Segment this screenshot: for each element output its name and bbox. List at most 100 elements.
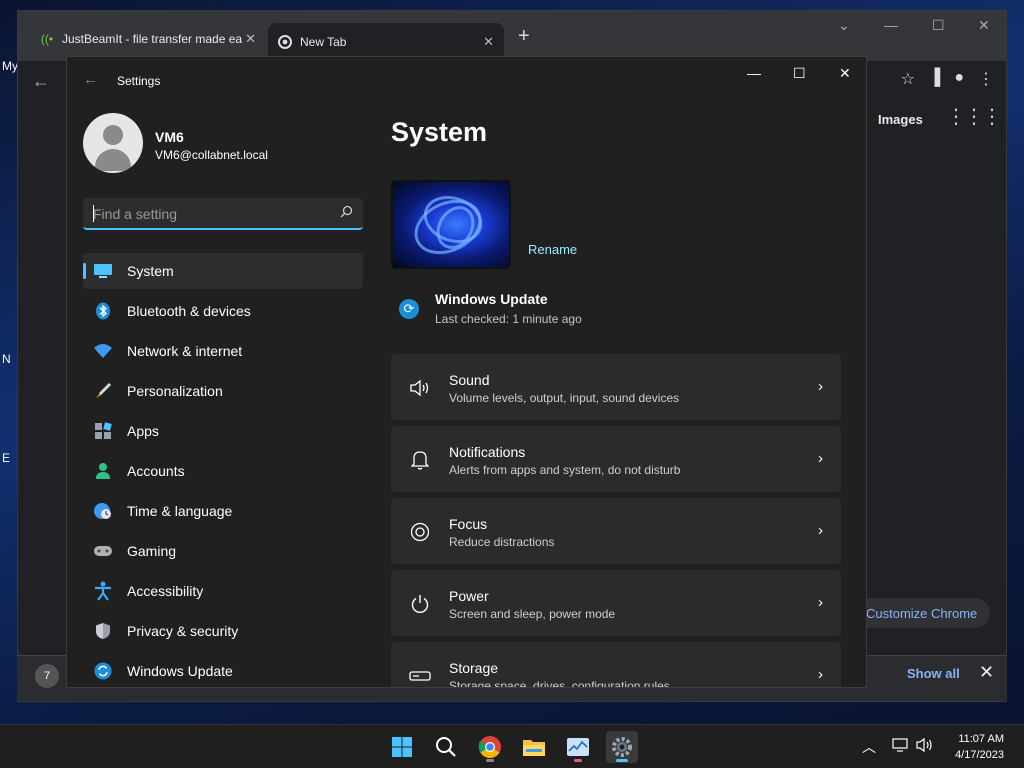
search-icon[interactable] (340, 205, 353, 221)
more-menu-icon[interactable]: ⋮ (978, 69, 994, 89)
clock-date: 4/17/2023 (955, 749, 1004, 761)
brush-icon (93, 381, 113, 401)
clock-time: 11:07 AM (958, 733, 1004, 745)
settings-nav: System Bluetooth & devices Network & int… (83, 253, 363, 687)
chevron-up-icon[interactable]: ︿ (862, 737, 876, 757)
file-explorer-icon[interactable] (518, 731, 550, 763)
chevron-right-icon: › (818, 594, 823, 611)
profile-email: VM6@collabnet.local (155, 148, 268, 162)
back-arrow-icon[interactable]: ← (83, 71, 98, 88)
sidebar-item-gaming[interactable]: Gaming (83, 533, 363, 569)
page-title: System (391, 117, 488, 147)
maximize-icon[interactable]: ☐ (793, 65, 806, 82)
search-icon[interactable] (430, 731, 462, 763)
settings-card-sound[interactable]: Sound Volume levels, output, input, soun… (391, 354, 841, 420)
maximize-icon[interactable]: ☐ (932, 17, 945, 34)
desktop-icon-label[interactable]: N (2, 352, 11, 366)
chevron-right-icon: › (818, 378, 823, 395)
shield-icon (93, 621, 113, 641)
side-panel-icon[interactable]: ▐ (929, 69, 940, 89)
settings-gear-icon[interactable] (606, 731, 638, 763)
close-icon[interactable]: ✕ (483, 34, 494, 50)
storage-icon (409, 665, 431, 687)
chrome-icon[interactable] (474, 731, 506, 763)
chrome-icon (278, 35, 292, 49)
device-wallpaper-thumbnail (391, 180, 511, 269)
sidebar-item-apps[interactable]: Apps (83, 413, 363, 449)
sidebar-item-personalization[interactable]: Personalization (83, 373, 363, 409)
person-icon (93, 461, 113, 481)
rename-link[interactable]: Rename (528, 242, 577, 257)
profile-name: VM6 (155, 129, 184, 145)
desktop-icons-strip: My N E (0, 0, 18, 724)
settings-card-power[interactable]: Power Screen and sleep, power mode › (391, 570, 841, 636)
gamepad-icon (93, 541, 113, 561)
power-icon (409, 593, 431, 615)
update-icon (93, 661, 113, 681)
settings-card-notifications[interactable]: Notifications Alerts from apps and syste… (391, 426, 841, 492)
focus-icon (409, 521, 431, 543)
avatar (83, 113, 143, 173)
bluetooth-icon (93, 301, 113, 321)
network-icon[interactable] (892, 737, 910, 756)
chevron-right-icon: › (818, 666, 823, 683)
chrome-toolbar-icons: ☆ ▐ ● ⋮ (901, 69, 994, 89)
back-arrow-icon[interactable]: ← (32, 71, 50, 92)
customize-chrome-button[interactable]: Customize Chrome (848, 598, 990, 628)
sidebar-item-accounts[interactable]: Accounts (83, 453, 363, 489)
close-icon[interactable]: ✕ (245, 31, 256, 47)
minimize-icon[interactable]: — (747, 65, 761, 81)
clock-globe-icon (93, 501, 113, 521)
system-clock[interactable]: 11:07 AM 4/17/2023 (955, 731, 1004, 763)
signal-icon: ((• (40, 32, 54, 46)
speaker-icon (409, 377, 431, 399)
windows-update-title[interactable]: Windows Update (435, 291, 548, 307)
sidebar-item-accessibility[interactable]: Accessibility (83, 573, 363, 609)
bell-icon (409, 449, 431, 471)
google-apps-icon[interactable]: ⋮⋮⋮ (946, 104, 1002, 129)
tab-title: JustBeamIt - file transfer made ea (62, 32, 243, 46)
show-all-button[interactable]: Show all (907, 666, 960, 681)
star-icon[interactable]: ☆ (901, 69, 915, 89)
new-tab-button[interactable]: + (518, 25, 530, 48)
sidebar-item-network[interactable]: Network & internet (83, 333, 363, 369)
windows-update-status: Last checked: 1 minute ago (435, 312, 582, 326)
accessibility-icon (93, 581, 113, 601)
sidebar-item-bluetooth[interactable]: Bluetooth & devices (83, 293, 363, 329)
sidebar-item-time-language[interactable]: Time & language (83, 493, 363, 529)
close-icon[interactable]: ✕ (839, 65, 851, 82)
user-profile[interactable]: VM6 VM6@collabnet.local (83, 113, 363, 175)
windows-start-icon[interactable] (386, 731, 418, 763)
settings-card-storage[interactable]: Storage Storage space, drives, configura… (391, 642, 841, 687)
images-link[interactable]: Images (878, 112, 923, 127)
settings-card-list: Sound Volume levels, output, input, soun… (391, 354, 841, 687)
chrome-tab-justbeamit[interactable]: ((• JustBeamIt - file transfer made ea ✕ (30, 25, 266, 53)
close-icon[interactable]: ✕ (978, 17, 990, 34)
taskbar: ︿ 11:07 AM 4/17/2023 (0, 724, 1024, 768)
update-icon[interactable]: ⟳ (399, 299, 419, 319)
search-input[interactable] (93, 204, 323, 224)
settings-card-focus[interactable]: Focus Reduce distractions › (391, 498, 841, 564)
sidebar-item-windows-update[interactable]: Windows Update (83, 653, 363, 687)
download-file-icon[interactable]: 7 (35, 664, 59, 688)
window-title: Settings (117, 74, 161, 88)
chrome-tab-strip: ((• JustBeamIt - file transfer made ea ✕… (18, 11, 1006, 61)
sidebar-item-privacy-security[interactable]: Privacy & security (83, 613, 363, 649)
settings-search-box[interactable] (83, 198, 363, 230)
settings-titlebar: ← Settings — ☐ ✕ (67, 57, 866, 105)
desktop-icon-label[interactable]: E (2, 451, 10, 465)
tab-title: New Tab (300, 35, 347, 49)
task-manager-icon[interactable] (562, 731, 594, 763)
chevron-right-icon: › (818, 450, 823, 467)
profile-icon[interactable]: ● (954, 69, 964, 89)
download-bar-close-button[interactable]: ✕ (979, 662, 994, 683)
chevron-down-icon[interactable]: ⌄ (838, 17, 850, 34)
volume-icon[interactable] (916, 737, 934, 756)
settings-window: ← Settings — ☐ ✕ VM6 VM6@collabnet.local… (66, 56, 867, 688)
sidebar-item-system[interactable]: System (83, 253, 363, 289)
apps-icon (93, 421, 113, 441)
desktop-icon-label[interactable]: My (2, 59, 18, 73)
chevron-right-icon: › (818, 522, 823, 539)
minimize-icon[interactable]: — (884, 17, 898, 33)
monitor-icon (93, 261, 113, 281)
